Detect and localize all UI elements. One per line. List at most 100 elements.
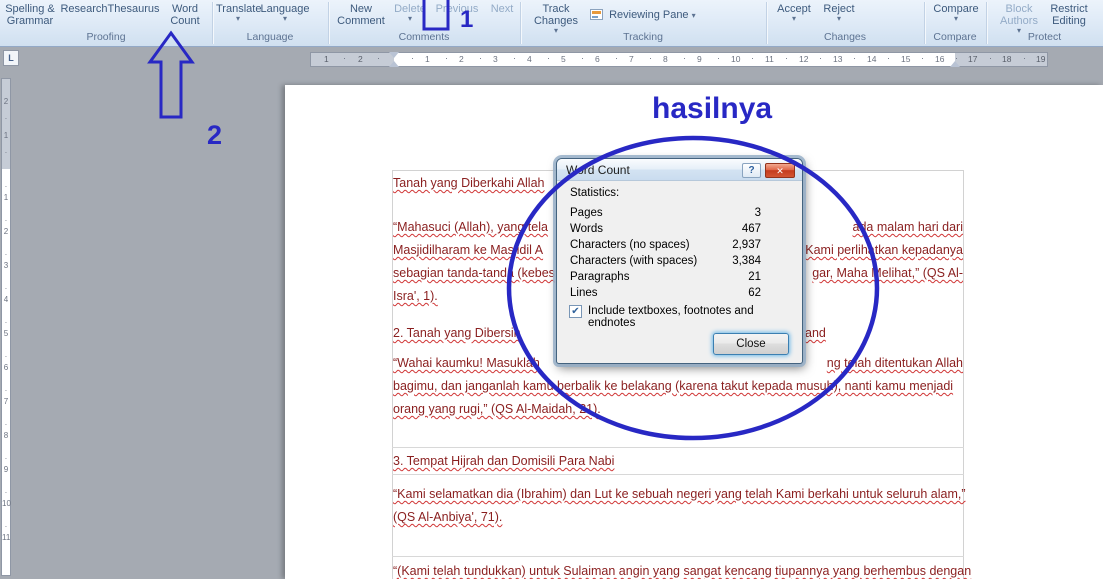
block-authors-button[interactable]: Block Authors ▾ (994, 3, 1044, 35)
help-button[interactable]: ? (742, 163, 761, 178)
group-label-changes: Changes (823, 31, 867, 43)
doc-text: ada malam hari dari (852, 220, 963, 234)
stat-label: Words (570, 223, 604, 235)
ruler-number: 8 (663, 54, 668, 64)
text-boundary-line (392, 474, 964, 475)
translate-button[interactable]: Translate ▾ (216, 3, 261, 23)
ruler-tick: · (4, 386, 8, 395)
stat-row-words: Words 467 (557, 221, 804, 237)
ruler-number: 3 (493, 54, 498, 64)
doc-text: orang yang rugi,” (QS Al-Maidah, 21). (393, 402, 601, 416)
spelling-grammar-button[interactable]: Spelling & Grammar (0, 3, 60, 27)
spelling-grammar-label-1: Spelling & (5, 3, 55, 15)
restrict-editing-button[interactable]: Restrict Editing (1044, 3, 1094, 27)
ruler-tick: · (445, 53, 448, 63)
spelling-grammar-label-2: Grammar (6, 15, 54, 27)
doc-text: bagimu, dan janganlah kamu berbalik ke b… (393, 379, 954, 393)
stat-label: Pages (570, 207, 603, 219)
review-ribbon: Spelling & Grammar Research Thesaurus Wo… (0, 0, 1103, 47)
ruler-tick: · (615, 53, 618, 63)
ruler-tick: · (955, 53, 958, 63)
reject-button[interactable]: Reject ▾ (818, 3, 860, 23)
doc-line[interactable]: (QS Al-Anbiya', 71). (393, 506, 963, 529)
ruler-tick: · (4, 182, 8, 191)
horizontal-ruler[interactable]: 1 2 1 2 3 4 5 6 7 8 9 10 11 12 13 14 15 16 17 18 19 · · · · · · · · ·… (310, 52, 1048, 67)
ruler-number: 1 (3, 131, 9, 140)
chevron-down-icon: ▾ (282, 14, 287, 23)
research-button[interactable]: Research (60, 3, 108, 15)
word-count-dialog: Word Count ? ✕ Statistics: Pages 3 Words… (556, 158, 803, 364)
next-comment-button[interactable]: Next (484, 3, 520, 15)
vertical-ruler[interactable]: 2 1 1 2 3 4 5 6 7 8 9 10 11 · · · · · · · · · · · · · (1, 78, 11, 576)
group-label-proofing: Proofing (86, 31, 126, 43)
ruler-tick: · (377, 53, 380, 63)
ruler-tick: · (4, 420, 8, 429)
thesaurus-button[interactable]: Thesaurus (107, 3, 160, 15)
close-button[interactable]: Close (713, 333, 789, 355)
doc-line-heading-3[interactable]: 3. Tempat Hijrah dan Domisili Para Nabi (393, 450, 963, 473)
new-comment-button[interactable]: New Comment (334, 3, 388, 27)
ruler-number: 7 (629, 54, 634, 64)
doc-line[interactable]: “(Kami telah tundukkan) untuk Sulaiman a… (393, 560, 971, 579)
group-label-language: Language (246, 31, 294, 43)
tab-selector[interactable]: L (3, 50, 19, 66)
accept-button[interactable]: Accept ▾ (772, 3, 816, 23)
ruler-number: 7 (3, 397, 9, 406)
doc-text: and (805, 326, 826, 340)
chevron-down-icon: ▾ (691, 11, 696, 20)
track-changes-button[interactable]: Track Changes ▾ (528, 3, 584, 35)
ruler-tick: · (4, 488, 8, 497)
ruler-tick: · (4, 216, 8, 225)
ruler-tick: · (513, 53, 516, 63)
doc-text: Kami perlihatkan kepadanya (805, 243, 963, 257)
ruler-number: 17 (968, 54, 978, 64)
delete-comment-button[interactable]: Delete ▾ (388, 3, 432, 23)
reviewing-pane-icon (590, 9, 603, 20)
doc-text: ng telah ditentukan Allah (826, 356, 963, 370)
ruler-number: 9 (3, 465, 9, 474)
ruler-number: 13 (833, 54, 843, 64)
doc-text: gar, Maha Melihat,” (QS Al- (812, 266, 963, 280)
doc-text: “(Kami telah tundukkan) untuk Sulaiman a… (393, 564, 972, 578)
reviewing-pane-button[interactable]: Reviewing Pane ▾ (590, 9, 720, 22)
first-line-indent-marker[interactable] (389, 52, 399, 58)
new-comment-label-2: Comment (337, 15, 385, 27)
text-boundary-line (392, 556, 964, 557)
group-label-compare: Compare (933, 31, 977, 43)
stat-label: Lines (570, 287, 598, 299)
doc-line[interactable]: “Kami selamatkan dia (Ibrahim) dan Lut k… (393, 483, 966, 506)
ruler-tick: · (683, 53, 686, 63)
chevron-down-icon: ▾ (953, 14, 958, 23)
ruler-number: 15 (901, 54, 911, 64)
stat-value: 62 (748, 287, 761, 299)
ruler-tick: · (853, 53, 856, 63)
ruler-number: 8 (3, 431, 9, 440)
doc-text: 3. Tempat Hijrah dan Domisili Para Nabi (393, 454, 615, 468)
dialog-title-bar[interactable]: Word Count ? ✕ (557, 159, 802, 181)
compare-button[interactable]: Compare ▾ (930, 3, 982, 23)
chevron-down-icon: ▾ (836, 14, 841, 23)
block-authors-label-1: Block (1005, 3, 1033, 15)
hanging-indent-marker[interactable] (389, 61, 399, 67)
stat-value: 3,384 (732, 255, 761, 267)
include-textboxes-checkbox[interactable]: ✔ (569, 305, 582, 318)
ruler-number: 2 (3, 227, 9, 236)
ruler-number: 1 (324, 54, 329, 64)
next-label: Next (490, 3, 514, 15)
thesaurus-label: Thesaurus (107, 3, 160, 15)
word-count-label-1: Word (171, 3, 199, 15)
ruler-number: 9 (697, 54, 702, 64)
ruler-number: 11 (765, 54, 774, 64)
doc-line[interactable]: orang yang rugi,” (QS Al-Maidah, 21). (393, 398, 963, 421)
previous-comment-button[interactable]: Previous (432, 3, 482, 15)
restrict-editing-label-1: Restrict (1050, 3, 1088, 15)
language-button[interactable]: Language ▾ (260, 3, 310, 23)
ruler-number: 18 (1002, 54, 1012, 64)
dialog-close-x-button[interactable]: ✕ (765, 163, 795, 178)
ruler-tick: · (819, 53, 822, 63)
doc-line[interactable]: bagimu, dan janganlah kamu berbalik ke b… (393, 375, 963, 398)
stat-row-paragraphs: Paragraphs 21 (557, 269, 804, 285)
word-count-button[interactable]: Word Count (161, 3, 209, 27)
doc-text: 2. Tanah yang Dibersih (393, 326, 521, 340)
ruler-tick: · (4, 284, 8, 293)
